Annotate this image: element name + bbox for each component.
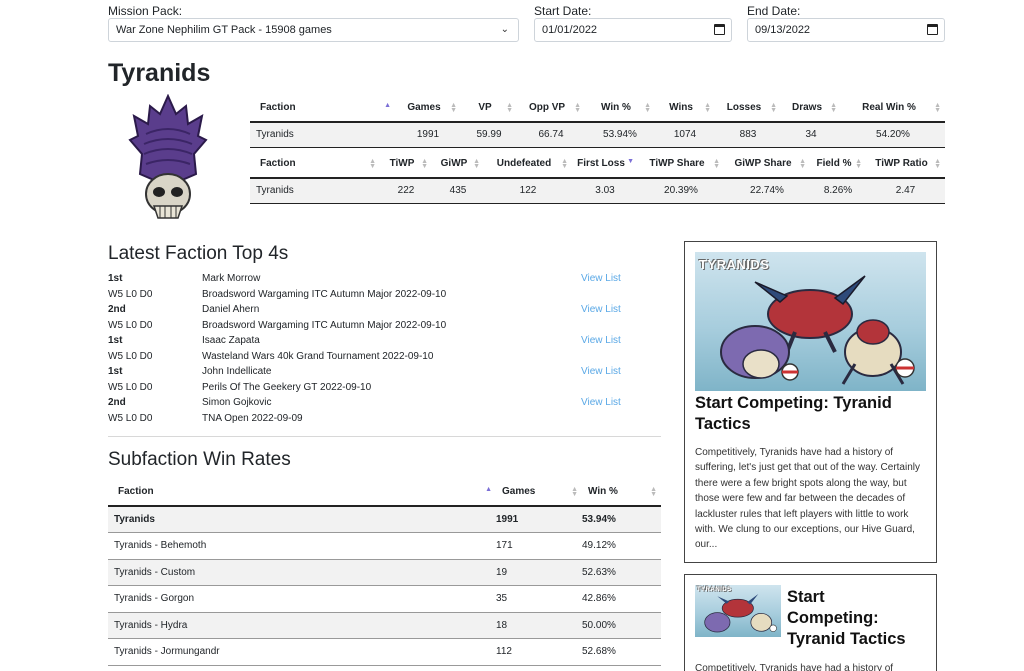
table-row: Tyranids - Behemoth 171 49.12% xyxy=(108,532,661,560)
article-title[interactable]: Start Competing: Tyranid Tactics xyxy=(695,393,926,435)
sort-icon: ▲ ▼ xyxy=(934,158,941,170)
col-first-loss[interactable]: First Loss ▼ xyxy=(572,150,638,179)
top4-list: 1st Mark Morrow View List W5 L0 D0 Broadswo… xyxy=(108,271,660,426)
list-item: 1st John Indellicate View List xyxy=(108,364,660,380)
sort-icon: ▲ ▼ xyxy=(934,102,941,114)
list-item: 2nd Simon Gojkovic View List xyxy=(108,395,660,411)
article-card[interactable]: TYRANIDS Start Competing: Tyranid Tactic… xyxy=(684,241,937,563)
calendar-icon[interactable] xyxy=(927,24,938,35)
list-item: W5 L0 D0 Perils Of The Geekery GT 2022-09… xyxy=(108,381,372,393)
sort-icon: ▲ ▼ xyxy=(855,158,862,170)
list-item: W5 L0 D0 Wasteland Wars 40k Grand Tournam… xyxy=(108,350,434,362)
end-date-input[interactable]: 09/13/2022 xyxy=(747,18,945,42)
sort-icon: ▲ ▼ xyxy=(644,102,651,114)
subfaction-section-title: Subfaction Win Rates xyxy=(108,449,291,470)
sort-icon: ▲ ▼ xyxy=(473,158,480,170)
view-list-link[interactable]: View List xyxy=(581,395,621,411)
col-opp-vp[interactable]: Opp VP ▲ ▼ xyxy=(517,94,585,123)
top4-section-title: Latest Faction Top 4s xyxy=(108,243,289,264)
table-row: Tyranids 222 435 122 3.03 20.39% 22.74% … xyxy=(250,178,945,204)
list-item: 2nd Daniel Ahern View List xyxy=(108,302,660,318)
list-item: 1st Mark Morrow View List xyxy=(108,271,660,287)
table-row: Tyranids - Hydra 18 50.00% xyxy=(108,612,661,639)
section-divider xyxy=(108,436,661,437)
end-date-label: End Date: xyxy=(747,4,801,18)
article-card[interactable]: TYRANIDS Start Competing: Tyranid Tactic… xyxy=(684,574,937,671)
col-faction[interactable]: Faction ▲ xyxy=(250,94,395,123)
sort-icon: ▲ ▼ xyxy=(704,102,711,114)
start-date-value: 01/01/2022 xyxy=(542,24,598,36)
view-list-link[interactable]: View List xyxy=(581,271,621,287)
list-item: W5 L0 D0 Broadsword Wargaming ITC Autumn … xyxy=(108,288,447,300)
col-win-pct[interactable]: Win % ▲ ▼ xyxy=(582,478,661,507)
col-win-pct[interactable]: Win % ▲ ▼ xyxy=(585,94,655,123)
col-tiwp[interactable]: TiWP ▲ ▼ xyxy=(380,150,432,179)
table-row: Tyranids - Gorgon 35 42.86% xyxy=(108,585,661,613)
list-item: W5 L0 D0 TNA Open 2022-09-09 xyxy=(108,412,303,424)
sort-icon: ▲ ▼ xyxy=(571,486,578,498)
view-list-link[interactable]: View List xyxy=(581,364,621,380)
col-vp[interactable]: VP ▲ ▼ xyxy=(461,94,517,123)
table-row: Tyranids - Jormungandr 112 52.68% xyxy=(108,638,661,666)
article-image[interactable]: TYRANIDS xyxy=(695,252,926,391)
col-giwp[interactable]: GiWP ▲ ▼ xyxy=(432,150,484,179)
article-title[interactable]: Start Competing: Tyranid Tactics xyxy=(787,587,917,650)
sort-icon: ▲ ▼ xyxy=(574,102,581,114)
start-date-label: Start Date: xyxy=(534,4,592,18)
col-faction[interactable]: Faction ▲ xyxy=(108,478,496,507)
sort-icon: ▲ ▼ xyxy=(770,102,777,114)
mission-pack-select[interactable]: War Zone Nephilim GT Pack - 15908 games … xyxy=(108,18,519,42)
sort-icon: ▲ xyxy=(384,102,391,109)
sort-icon: ▲ ▼ xyxy=(561,158,568,170)
sort-icon: ▲ ▼ xyxy=(450,102,457,114)
start-date-input[interactable]: 01/01/2022 xyxy=(534,18,732,42)
faction-tournament-stats-table: Faction ▲ ▼ TiWP ▲ ▼ GiWP ▲ ▼ Undefeated ▲ ▼ Fir… xyxy=(250,150,945,204)
list-item: W5 L0 D0 Broadsword Wargaming ITC Autumn … xyxy=(108,319,447,331)
sort-icon: ▲ ▼ xyxy=(830,102,837,114)
col-giwp-share[interactable]: GiWP Share ▲ ▼ xyxy=(724,150,810,179)
col-draws[interactable]: Draws ▲ ▼ xyxy=(781,94,841,123)
view-list-link[interactable]: View List xyxy=(581,302,621,318)
mission-pack-value: War Zone Nephilim GT Pack - 15908 games xyxy=(116,24,332,36)
chevron-down-icon: ⌄ xyxy=(500,24,509,35)
end-date-value: 09/13/2022 xyxy=(755,24,811,36)
col-real-win-pct[interactable]: Real Win % ▲ ▼ xyxy=(841,94,945,123)
sort-icon: ▲ ▼ xyxy=(369,158,376,170)
subfaction-table: Faction ▲ Games ▲ ▼ Win % ▲ ▼ Tyranids 1991 5… xyxy=(108,478,661,666)
article-excerpt: Competitively, Tyranids have had a histo… xyxy=(695,663,894,671)
calendar-icon[interactable] xyxy=(714,24,725,35)
sort-icon: ▲ ▼ xyxy=(650,486,657,498)
col-undefeated[interactable]: Undefeated ▲ ▼ xyxy=(484,150,572,179)
col-games[interactable]: Games ▲ ▼ xyxy=(496,478,582,507)
tyranid-creatures-illustration xyxy=(704,594,777,633)
sort-icon: ▲ ▼ xyxy=(799,158,806,170)
sort-icon: ▲ ▼ xyxy=(713,158,720,170)
col-tiwp-share[interactable]: TiWP Share ▲ ▼ xyxy=(638,150,724,179)
sort-icon: ▼ xyxy=(627,158,634,165)
mission-pack-label: Mission Pack: xyxy=(108,4,183,18)
article-image[interactable]: TYRANIDS xyxy=(695,585,781,637)
tyranid-creatures-illustration xyxy=(720,275,915,385)
sort-icon: ▲ ▼ xyxy=(506,102,513,114)
tyranid-faction-logo xyxy=(128,94,208,219)
col-field-pct[interactable]: Field % ▲ ▼ xyxy=(810,150,866,179)
col-games[interactable]: Games ▲ ▼ xyxy=(395,94,461,123)
col-tiwp-ratio[interactable]: TiWP Ratio ▲ ▼ xyxy=(866,150,945,179)
col-wins[interactable]: Wins ▲ ▼ xyxy=(655,94,715,123)
table-row: Tyranids 1991 59.99 66.74 53.94% 1074 88… xyxy=(250,122,945,148)
col-faction[interactable]: Faction ▲ ▼ xyxy=(250,150,380,179)
page-title: Tyranids xyxy=(108,59,211,87)
list-item: 1st Isaac Zapata View List xyxy=(108,333,660,349)
col-losses[interactable]: Losses ▲ ▼ xyxy=(715,94,781,123)
faction-stats-table: Faction ▲ Games ▲ ▼ VP ▲ ▼ Opp VP ▲ ▼ Win % ▲ ▼ W… xyxy=(250,94,945,148)
article-excerpt: Competitively, Tyranids have had a histo… xyxy=(695,447,920,551)
table-row: Tyranids - Custom 19 52.63% xyxy=(108,559,661,586)
view-list-link[interactable]: View List xyxy=(581,333,621,349)
sort-icon: ▲ xyxy=(485,486,492,493)
table-row: Tyranids 1991 53.94% xyxy=(108,506,661,533)
sort-icon: ▲ ▼ xyxy=(421,158,428,170)
